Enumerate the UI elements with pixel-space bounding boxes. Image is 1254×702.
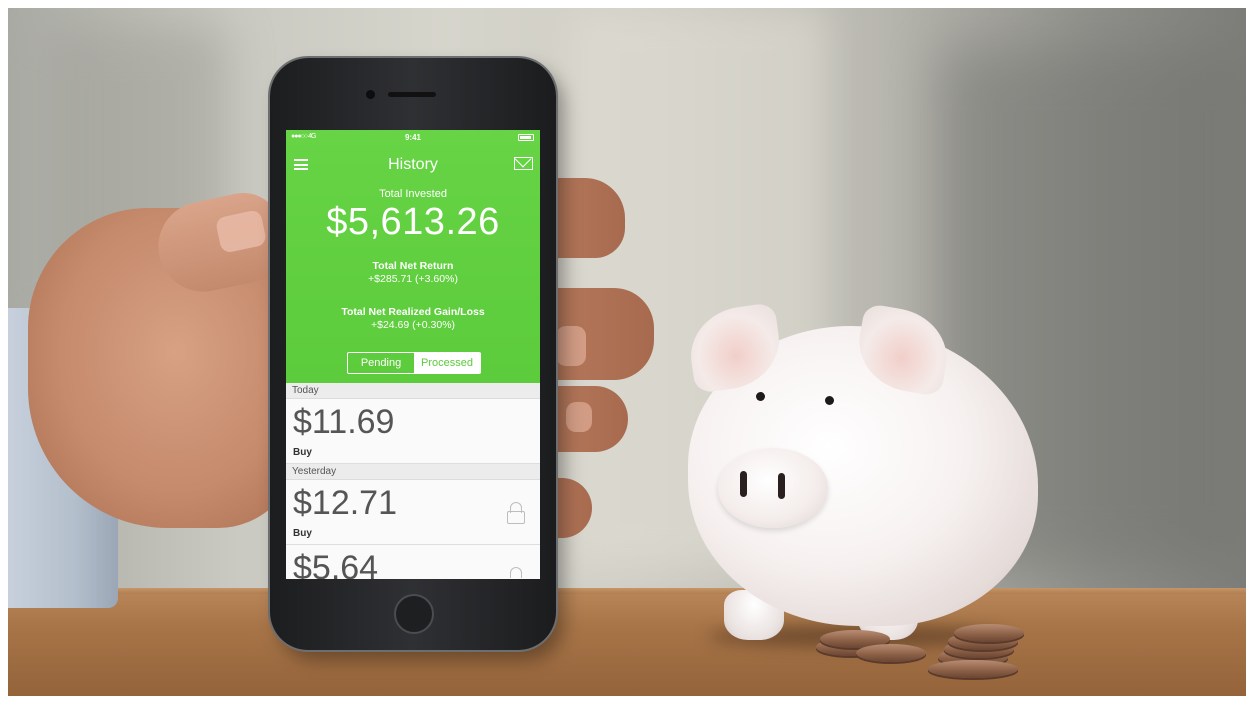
- finger: [544, 386, 628, 452]
- piggy-bank-nostril: [778, 473, 785, 499]
- realized-gain-value: +$24.69 (+0.30%): [370, 319, 456, 331]
- realized-gain-label: Total Net Realized Gain/Loss: [341, 306, 485, 318]
- photo-scene: ●●●○○ 4G 9:41 History Total Invested $5,…: [8, 8, 1246, 696]
- history-list: Today $11.69 Buy Yesterday $12.71 Buy $5…: [286, 383, 540, 579]
- transaction-amount: $11.69: [293, 403, 395, 441]
- total-invested-value: $5,613.26: [326, 201, 500, 243]
- summary-header: ●●●○○ 4G 9:41 History Total Invested $5,…: [286, 130, 540, 383]
- home-button[interactable]: [394, 594, 434, 634]
- total-invested-label: Total Invested: [379, 188, 447, 200]
- tab-processed[interactable]: Processed: [414, 353, 480, 373]
- status-bar: ●●●○○ 4G 9:41: [286, 130, 540, 146]
- piggy-bank-eye: [825, 396, 834, 405]
- earpiece-speaker: [388, 92, 436, 97]
- section-header-today: Today: [286, 383, 540, 399]
- list-item[interactable]: $12.71 Buy: [286, 480, 540, 545]
- status-segmented-control: Pending Processed: [347, 352, 481, 374]
- list-item[interactable]: $11.69 Buy: [286, 399, 540, 464]
- list-item[interactable]: $5.64: [286, 545, 540, 579]
- app-screen: ●●●○○ 4G 9:41 History Total Invested $5,…: [286, 130, 540, 579]
- wooden-table: [8, 588, 1246, 696]
- transaction-amount: $5.64: [293, 549, 379, 579]
- battery-icon: [518, 134, 534, 141]
- piggy-bank-snout: [718, 448, 828, 528]
- coin: [954, 624, 1024, 642]
- transaction-amount: $12.71: [293, 484, 397, 522]
- transaction-type: Buy: [293, 528, 312, 539]
- piggy-bank-nostril: [740, 471, 747, 497]
- coin: [856, 644, 926, 662]
- lock-icon: [506, 567, 526, 579]
- mail-icon[interactable]: [514, 157, 533, 170]
- page-title: History: [388, 156, 438, 173]
- piggy-bank-eye: [756, 392, 765, 401]
- coin: [928, 660, 1018, 678]
- smartphone: ●●●○○ 4G 9:41 History Total Invested $5,…: [270, 58, 556, 650]
- front-camera: [366, 90, 375, 99]
- net-return-label: Total Net Return: [372, 260, 454, 272]
- lock-icon: [506, 502, 526, 524]
- net-return-value: +$285.71 (+3.60%): [368, 273, 458, 285]
- status-time: 9:41: [404, 133, 421, 142]
- section-header-yesterday: Yesterday: [286, 464, 540, 480]
- transaction-type: Buy: [293, 447, 312, 458]
- tab-pending[interactable]: Pending: [348, 353, 414, 373]
